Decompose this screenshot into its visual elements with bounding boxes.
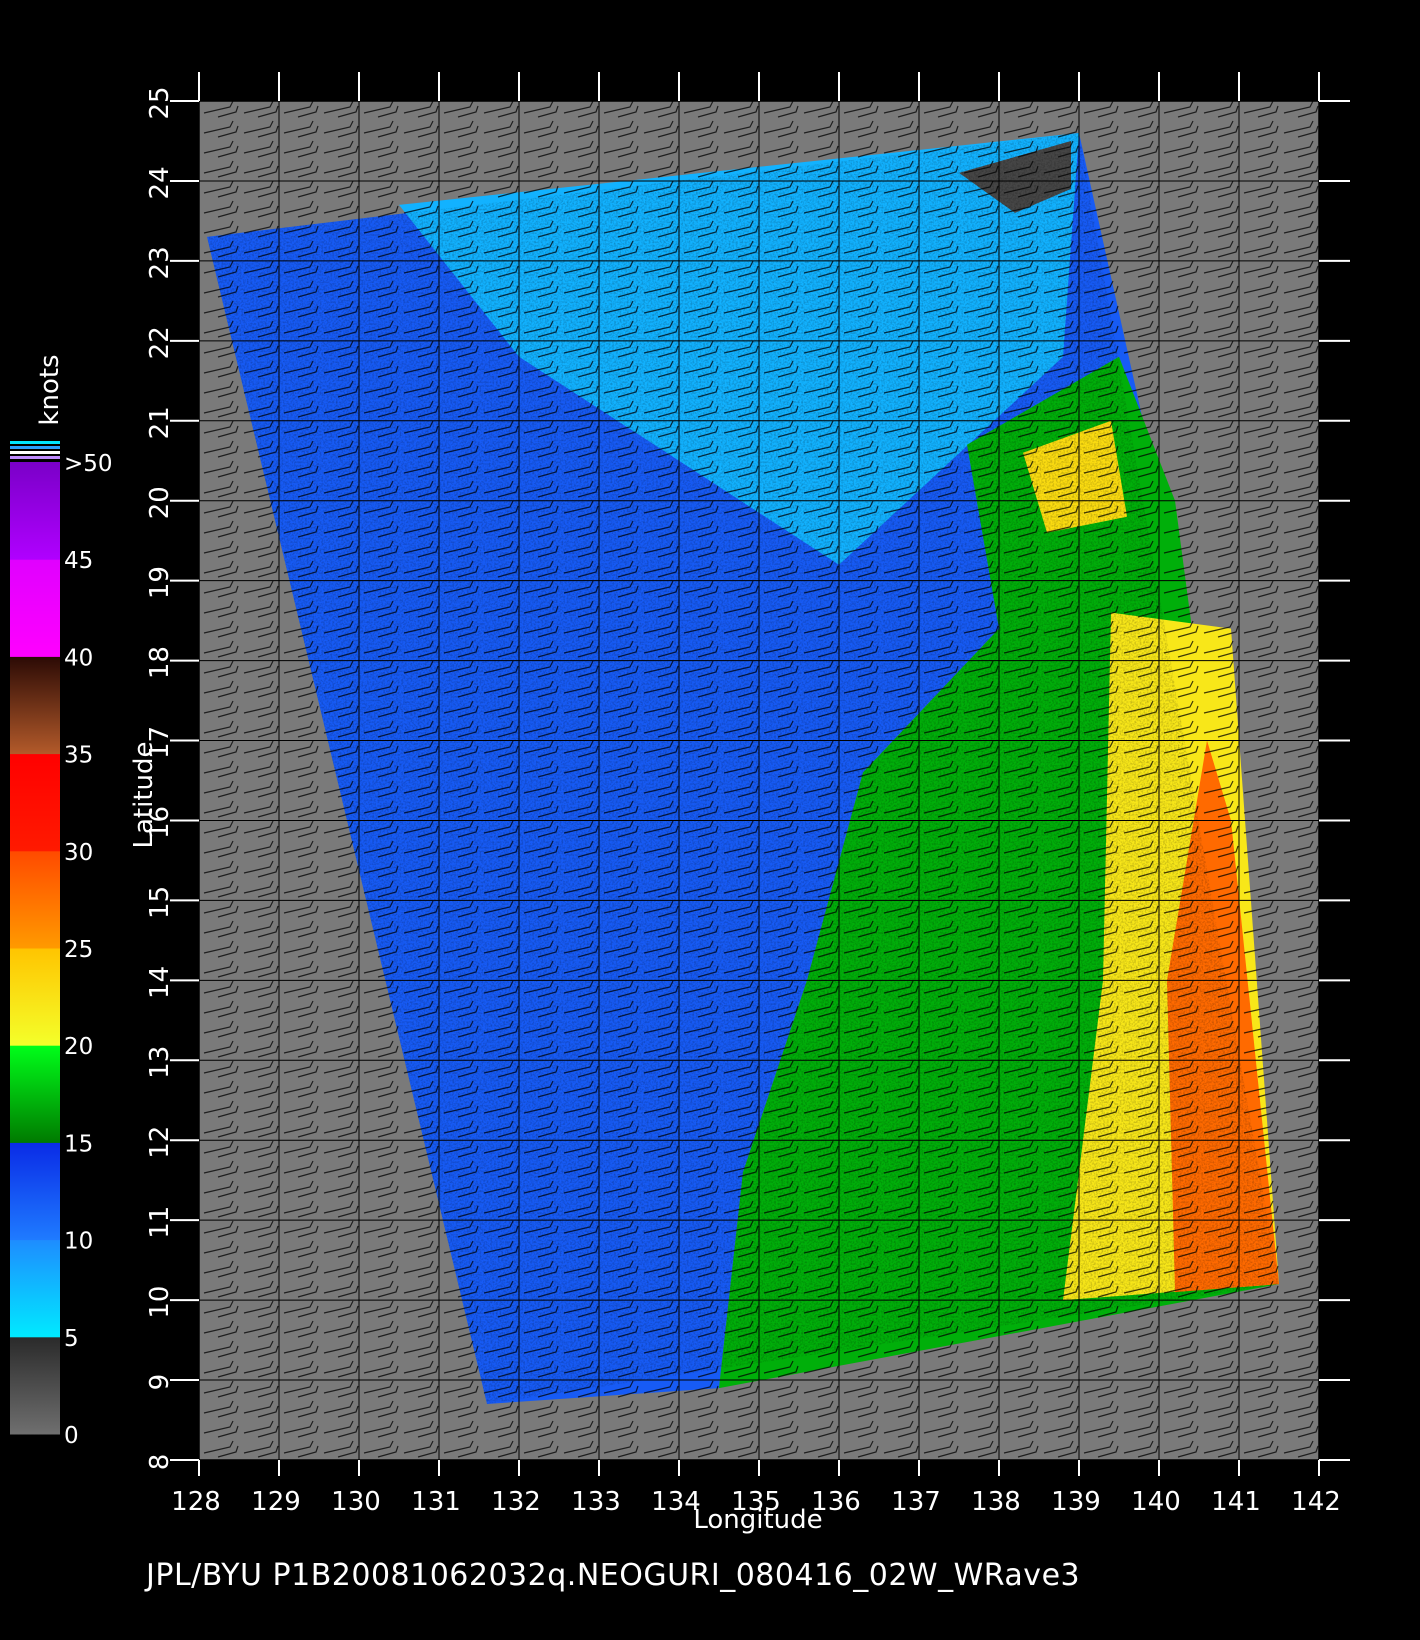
colorbar-label: 20 bbox=[64, 1034, 93, 1060]
x-tick-label: 131 bbox=[411, 1487, 461, 1517]
x-tick-label: 142 bbox=[1291, 1487, 1341, 1517]
colorbar-bin bbox=[10, 948, 60, 1046]
plot-area bbox=[170, 72, 1350, 1476]
colorbar-label: 0 bbox=[64, 1423, 79, 1449]
x-tick-label: 128 bbox=[171, 1487, 221, 1517]
x-tick-label: 129 bbox=[251, 1487, 301, 1517]
y-tick-label: 15 bbox=[145, 886, 175, 919]
colorbar-bin bbox=[10, 462, 60, 560]
y-tick-label: 8 bbox=[145, 1454, 175, 1471]
colorbar-label: 35 bbox=[64, 743, 93, 769]
y-tick-label: 25 bbox=[145, 86, 175, 119]
wind-figure: 128 129 130 131 132 133 134 135 136 137 138 139 140 1… bbox=[10, 72, 1350, 1535]
y-tick-label: 9 bbox=[145, 1374, 175, 1391]
y-tick-label: 21 bbox=[145, 406, 175, 439]
colorbar-bin bbox=[10, 1336, 60, 1435]
colorbar-bin bbox=[10, 1142, 60, 1241]
colorbar-label: 5 bbox=[64, 1326, 79, 1352]
x-tick-label: 130 bbox=[331, 1487, 381, 1517]
x-axis-title: Longitude bbox=[693, 1505, 822, 1535]
x-tick-label: 138 bbox=[971, 1487, 1021, 1517]
y-tick-label: 23 bbox=[145, 246, 175, 279]
x-tick-label: 132 bbox=[491, 1487, 541, 1517]
y-tick-label: 20 bbox=[145, 486, 175, 519]
colorbar-label: 45 bbox=[64, 548, 93, 574]
y-tick-label: 12 bbox=[145, 1126, 175, 1159]
colorbar-label: 15 bbox=[64, 1131, 93, 1157]
y-tick-label: 19 bbox=[145, 566, 175, 599]
colorbar-labels: 0 5 10 15 20 25 30 35 40 45 >50 bbox=[64, 451, 113, 1449]
x-tick-label: 139 bbox=[1051, 1487, 1101, 1517]
y-tick-label: 22 bbox=[145, 326, 175, 359]
x-tick-label: 133 bbox=[571, 1487, 621, 1517]
colorbar-label: >50 bbox=[64, 451, 113, 477]
y-axis-title: Latitude bbox=[129, 741, 159, 848]
colorbar-bin bbox=[10, 656, 60, 755]
colorbar-label: 10 bbox=[64, 1229, 93, 1255]
colorbar-bin bbox=[10, 559, 60, 657]
colorbar-bins bbox=[10, 462, 60, 1435]
colorbar-bin bbox=[10, 753, 60, 852]
colorbar-bin bbox=[10, 1045, 60, 1143]
y-tick-label: 24 bbox=[145, 166, 175, 199]
y-tick-label: 11 bbox=[145, 1206, 175, 1239]
figure-caption: JPL/BYU P1B20081062032q.NEOGURI_080416_0… bbox=[146, 1558, 1081, 1593]
y-tick-label: 10 bbox=[145, 1286, 175, 1319]
colorbar-bin bbox=[10, 1239, 60, 1338]
y-tick-label: 13 bbox=[145, 1046, 175, 1079]
colorbar: 0 5 10 15 20 25 30 35 40 45 >50 knots bbox=[10, 354, 113, 1449]
x-tick-label: 137 bbox=[891, 1487, 941, 1517]
colorbar-top-stripes bbox=[10, 441, 60, 459]
x-tick-label: 140 bbox=[1131, 1487, 1181, 1517]
colorbar-label: 25 bbox=[64, 937, 93, 963]
colorbar-title: knots bbox=[35, 354, 65, 425]
x-tick-label: 141 bbox=[1211, 1487, 1261, 1517]
colorbar-label: 40 bbox=[64, 645, 93, 671]
y-tick-label: 18 bbox=[145, 646, 175, 679]
colorbar-label: 30 bbox=[64, 840, 93, 866]
y-tick-label: 14 bbox=[145, 966, 175, 999]
colorbar-bin bbox=[10, 850, 60, 949]
